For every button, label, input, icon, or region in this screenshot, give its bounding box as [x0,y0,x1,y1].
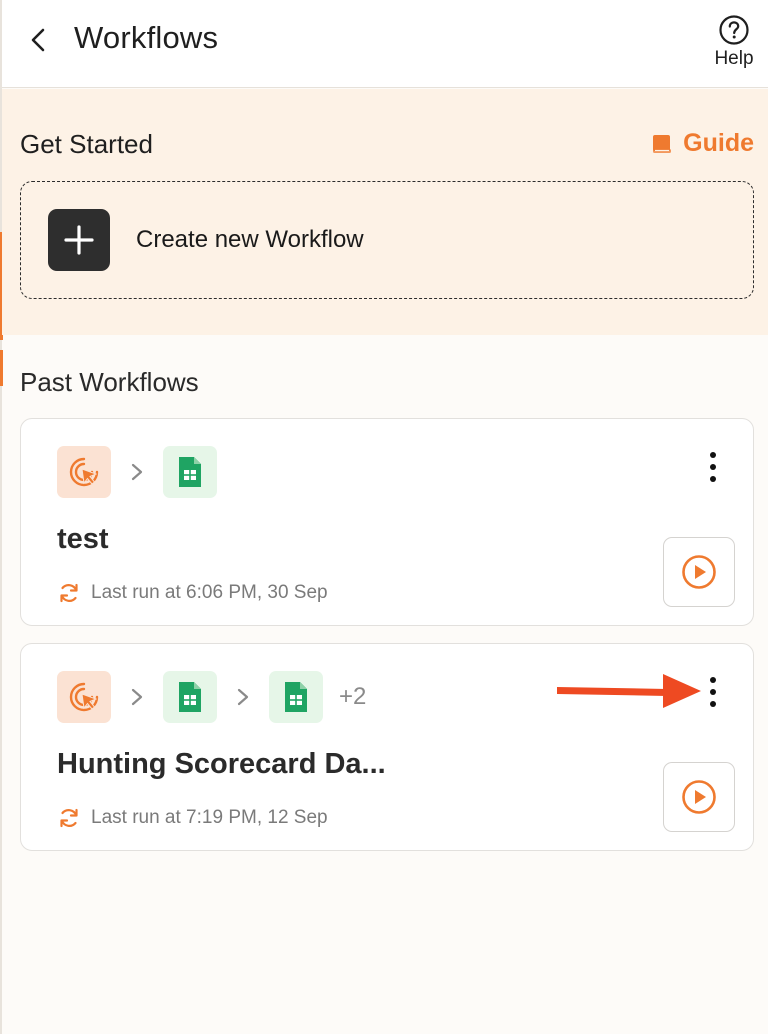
trigger-cursor-icon [57,446,111,498]
google-sheets-icon [269,671,323,723]
header-bar: Workflows Help [2,0,768,88]
google-sheets-icon [163,671,217,723]
run-workflow-button[interactable] [663,762,735,832]
google-sheets-icon [163,446,217,498]
more-apps-count: +2 [339,683,367,710]
create-workflow-label: Create new Workflow [136,226,364,253]
plus-icon [48,209,110,271]
help-label: Help [714,48,754,69]
chevron-right-icon [131,688,143,706]
more-options-icon[interactable] [703,449,723,485]
past-workflows-title: Past Workflows [20,367,199,397]
back-arrow-icon[interactable] [26,26,52,54]
workflow-name: test [57,523,109,555]
left-edge-accent [0,350,3,386]
book-icon [653,134,672,153]
question-circle-icon [719,15,749,45]
get-started-title: Get Started [20,129,153,159]
create-workflow-button[interactable]: Create new Workflow [20,181,754,299]
refresh-icon [60,583,78,603]
more-options-icon[interactable] [703,674,723,710]
last-run-text: Last run at 7:19 PM, 12 Sep [91,807,328,828]
page-title: Workflows [74,20,219,55]
chevron-right-icon [131,463,143,481]
play-icon [682,555,716,589]
help-button[interactable]: Help [704,14,764,70]
play-icon [682,780,716,814]
guide-label: Guide [683,129,754,157]
get-started-section: Get Started Guide Create new Workflow [2,89,768,335]
annotation-arrow-icon [557,674,701,708]
workflow-name: Hunting Scorecard Da... [57,748,386,780]
last-run-info: Last run at 6:06 PM, 30 Sep [57,581,328,605]
last-run-text: Last run at 6:06 PM, 30 Sep [91,582,328,603]
trigger-cursor-icon [57,671,111,723]
workflow-card[interactable]: test Last run at 6:06 PM, 30 Sep [20,418,754,626]
last-run-info: Last run at 7:19 PM, 12 Sep [57,806,328,830]
chevron-right-icon [237,688,249,706]
refresh-icon [60,808,78,828]
run-workflow-button[interactable] [663,537,735,607]
guide-link[interactable]: Guide [651,129,754,158]
